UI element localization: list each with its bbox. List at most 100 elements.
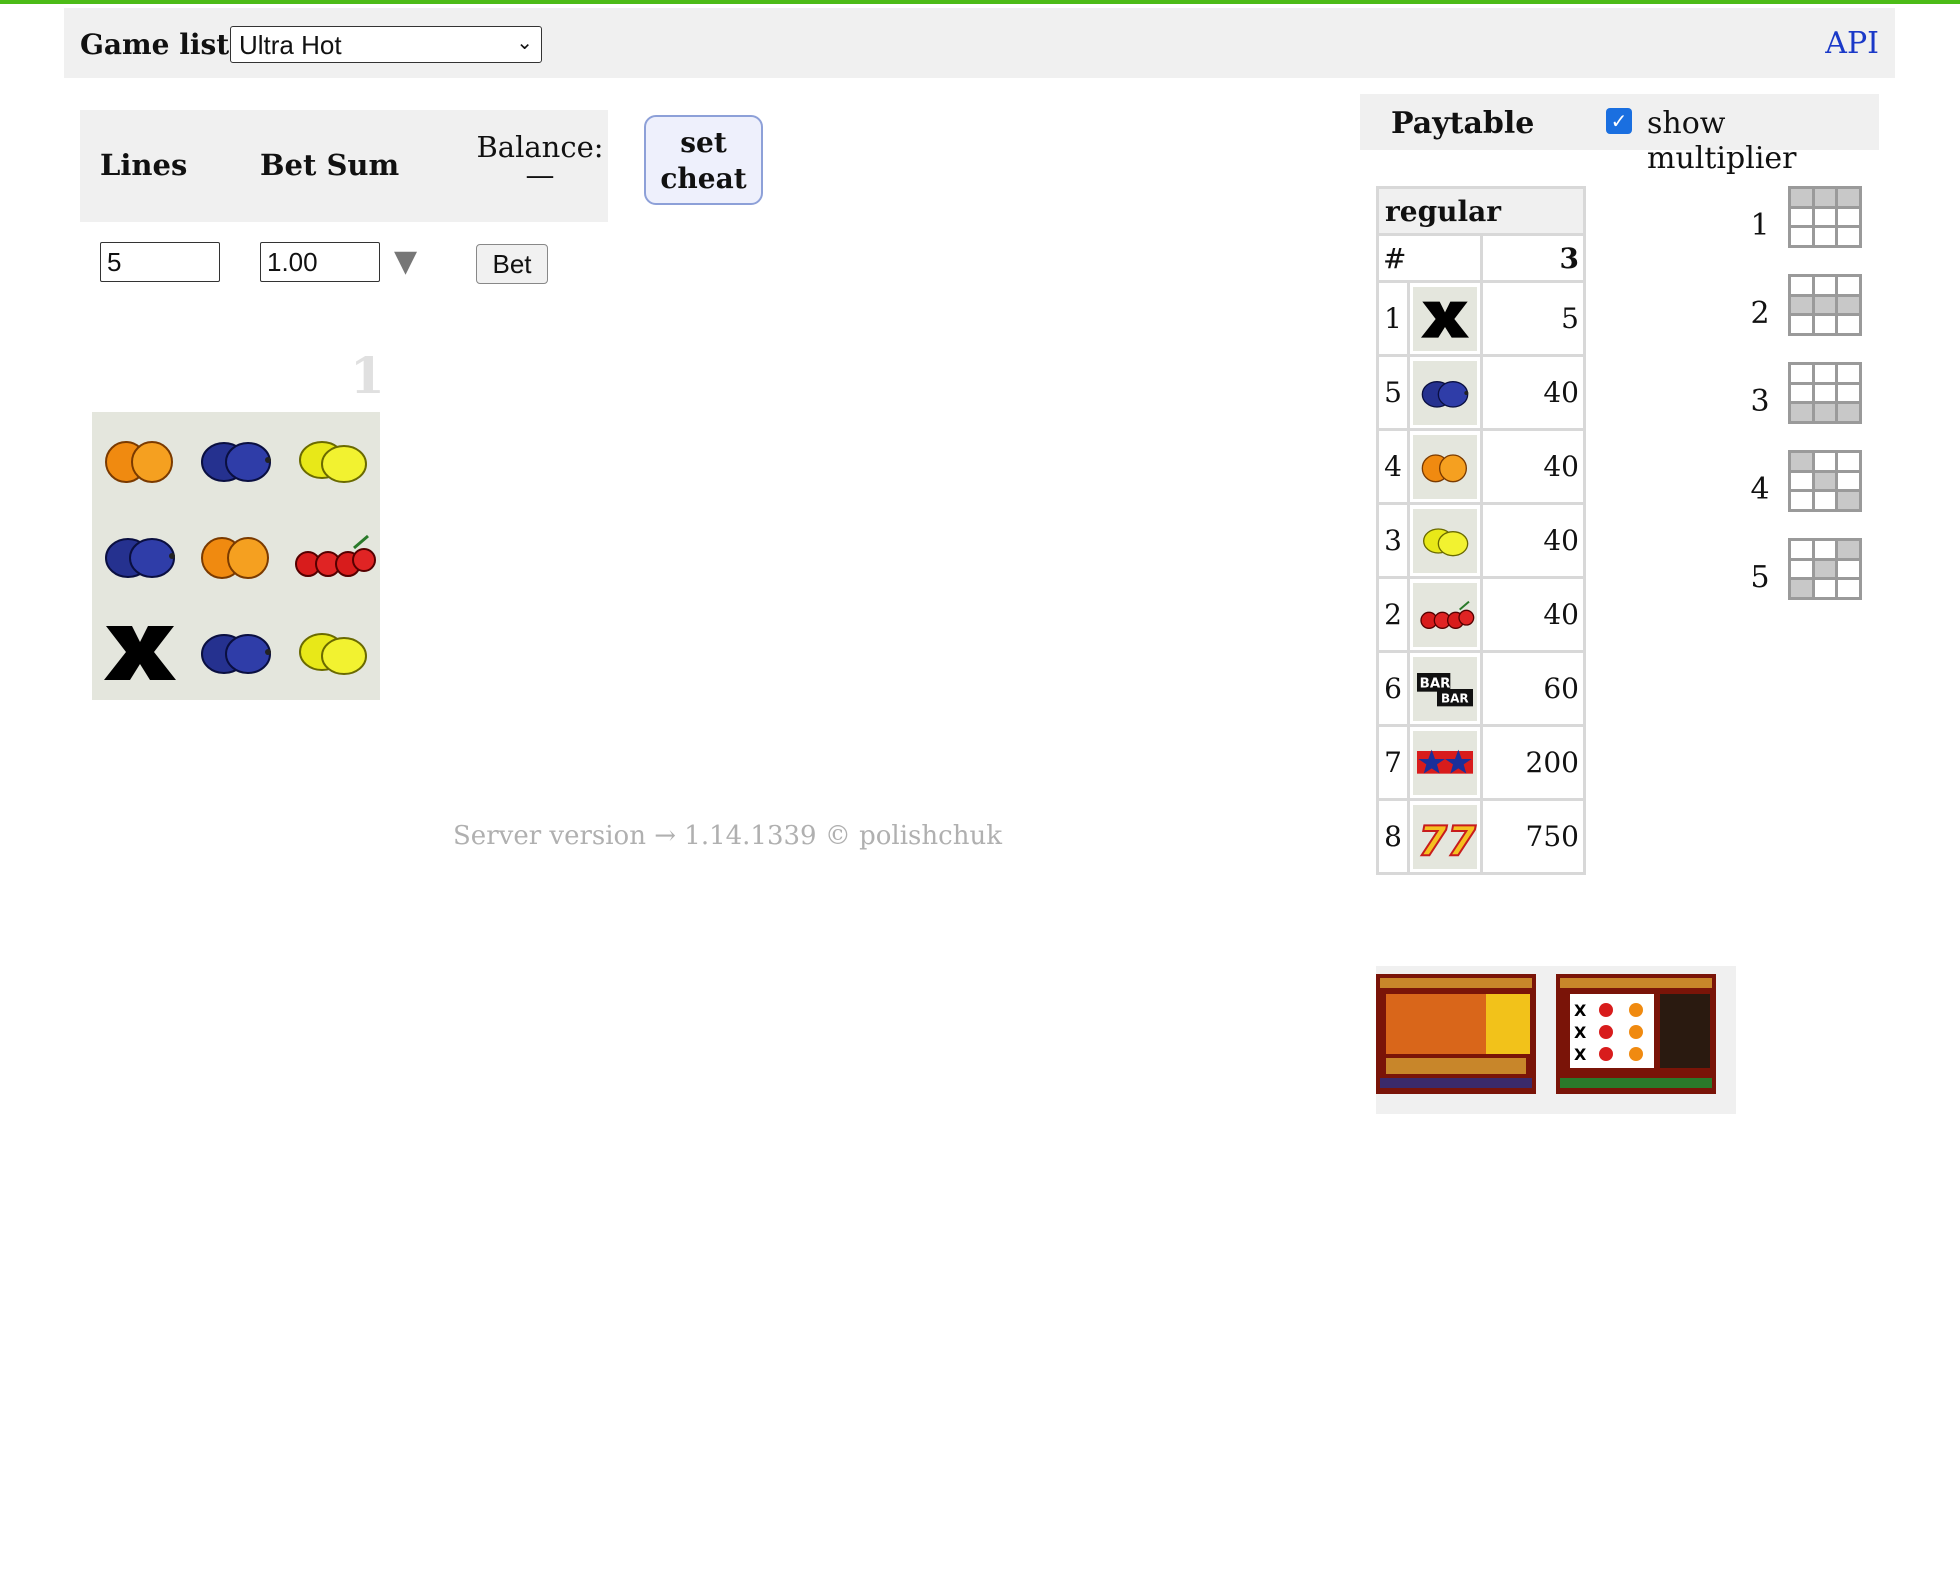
svg-text:BAR: BAR xyxy=(1441,691,1469,705)
x-icon xyxy=(104,626,176,680)
paytable-row-id: 5 xyxy=(1376,354,1410,431)
payline-number: 3 xyxy=(1750,384,1770,419)
show-multiplier-checkbox[interactable]: ✓ xyxy=(1606,108,1632,134)
paytable-row-id: 6 xyxy=(1376,650,1410,727)
bet-sum-dropdown-icon[interactable]: ▼ xyxy=(394,244,417,279)
paytable-row-payout: 40 xyxy=(1480,354,1586,431)
paytable-row-symbol xyxy=(1407,502,1483,579)
lemon-icon xyxy=(299,441,367,483)
paytable-row-id: 7 xyxy=(1376,724,1410,801)
payline-number: 5 xyxy=(1750,560,1770,595)
paytable-row: 7 200 xyxy=(1376,724,1586,801)
reel-cell-lemon xyxy=(284,604,380,700)
payline-number: 2 xyxy=(1750,296,1770,331)
paytable-row-payout: 60 xyxy=(1480,650,1586,727)
paytable-row-id: 1 xyxy=(1376,280,1410,357)
game-list-label: Game list: xyxy=(80,28,240,61)
paytable-row-payout: 750 xyxy=(1480,798,1586,875)
chevron-down-icon: ⌄ xyxy=(516,32,533,54)
server-version-footer: Server version → 1.14.1339 © polishchuk xyxy=(453,821,1002,851)
stars-icon xyxy=(1413,730,1477,795)
plum-icon xyxy=(105,538,175,578)
paytable-row-symbol xyxy=(1407,280,1483,357)
payline-1[interactable]: 1 xyxy=(1748,186,1864,252)
paytable-row-id: 2 xyxy=(1376,576,1410,653)
seven-icon: 77 xyxy=(1413,804,1477,869)
bet-button[interactable]: Bet xyxy=(476,244,548,284)
reel-cell-orange xyxy=(188,508,284,604)
paytable-hash-header: # xyxy=(1376,233,1483,283)
paytable-row-payout: 40 xyxy=(1480,576,1586,653)
orange-icon xyxy=(201,537,269,579)
lines-input[interactable]: 5 xyxy=(100,242,220,282)
payline-3[interactable]: 3 xyxy=(1748,362,1864,428)
paytable-row-id: 4 xyxy=(1376,428,1410,505)
plum-icon xyxy=(201,634,271,674)
paytable-row-symbol xyxy=(1407,354,1483,431)
paytable-row-symbol xyxy=(1407,576,1483,653)
payline-pattern-icon xyxy=(1788,538,1862,600)
paytable-row: 4 40 xyxy=(1376,428,1586,505)
plum-icon xyxy=(201,442,271,482)
reel-set-number: 1 xyxy=(350,346,385,405)
paytable-row: 15 xyxy=(1376,280,1586,357)
paytable-header: Paytable ✓ show multiplier xyxy=(1360,94,1879,176)
paytable-row: 5 40 xyxy=(1376,354,1586,431)
paytable-table: regular # 3 1 5 5 40 4 40 3 40 2 40 6 BAR BAR 60 7 200 8… xyxy=(1376,186,1586,875)
reel-cell-plum xyxy=(188,412,284,508)
payline-number: 4 xyxy=(1750,472,1770,507)
payline-pattern-icon xyxy=(1788,362,1862,424)
game-screenshots: X X X xyxy=(1376,966,1736,1114)
game-list-bar: Game list: Ultra Hot ⌄ API xyxy=(64,8,1895,78)
paytable-row-payout: 200 xyxy=(1480,724,1586,801)
api-link[interactable]: API xyxy=(1825,26,1879,61)
paytable-row-payout: 40 xyxy=(1480,502,1586,579)
lemon-icon xyxy=(1413,508,1477,573)
svg-text:X: X xyxy=(1574,1023,1587,1042)
payline-pattern-icon xyxy=(1788,274,1862,336)
bet-panel-header: Lines Bet Sum Balance: — xyxy=(80,110,608,222)
reel-cell-plum xyxy=(188,604,284,700)
screenshot-thumbnail-2[interactable]: X X X xyxy=(1556,974,1716,1094)
paytable-row: 8 77 750 xyxy=(1376,798,1586,875)
payline-2[interactable]: 2 xyxy=(1748,274,1864,340)
paytable-row-id: 8 xyxy=(1376,798,1410,875)
reel-cell-x xyxy=(92,604,188,700)
game-select-value: Ultra Hot xyxy=(239,30,342,60)
reel-cell-orange xyxy=(92,412,188,508)
paytable-count-header: 3 xyxy=(1480,233,1586,283)
reel-cell-plum xyxy=(92,508,188,604)
paytable-row-payout: 5 xyxy=(1480,280,1586,357)
bet-sum-label: Bet Sum xyxy=(260,148,400,182)
reel-cell-cherry xyxy=(284,508,380,604)
svg-text:77: 77 xyxy=(1418,817,1476,865)
paytable-row-id: 3 xyxy=(1376,502,1410,579)
lemon-icon xyxy=(299,633,367,675)
bet-sum-input[interactable]: 1.00 xyxy=(260,242,380,282)
paytable-row: 6 BAR BAR 60 xyxy=(1376,650,1586,727)
paytable-row: 3 40 xyxy=(1376,502,1586,579)
cherry-icon xyxy=(1413,582,1477,647)
paytable-row-payout: 40 xyxy=(1480,428,1586,505)
lines-label: Lines xyxy=(100,148,188,182)
show-multiplier-label: show multiplier xyxy=(1647,106,1797,176)
orange-icon xyxy=(1413,434,1477,499)
set-cheat-button[interactable]: set cheat xyxy=(644,115,763,205)
paytable-title: Paytable xyxy=(1391,106,1535,141)
paytable-row-symbol xyxy=(1407,724,1483,801)
paytable-row-symbol: BAR BAR xyxy=(1407,650,1483,727)
paytable-row-symbol xyxy=(1407,428,1483,505)
payline-4[interactable]: 4 xyxy=(1748,450,1864,516)
payline-5[interactable]: 5 xyxy=(1748,538,1864,604)
payline-pattern-icon xyxy=(1788,450,1862,512)
svg-text:X: X xyxy=(1574,1045,1587,1064)
plum-icon xyxy=(1413,360,1477,425)
payline-pattern-icon xyxy=(1788,186,1862,248)
payline-number: 1 xyxy=(1750,208,1770,243)
screenshot-thumbnail-1[interactable] xyxy=(1376,974,1536,1094)
game-select[interactable]: Ultra Hot ⌄ xyxy=(230,26,542,63)
paytable-row: 2 40 xyxy=(1376,576,1586,653)
orange-icon xyxy=(105,441,173,483)
cherry-icon xyxy=(295,534,376,577)
bar-icon: BAR BAR xyxy=(1413,656,1477,721)
